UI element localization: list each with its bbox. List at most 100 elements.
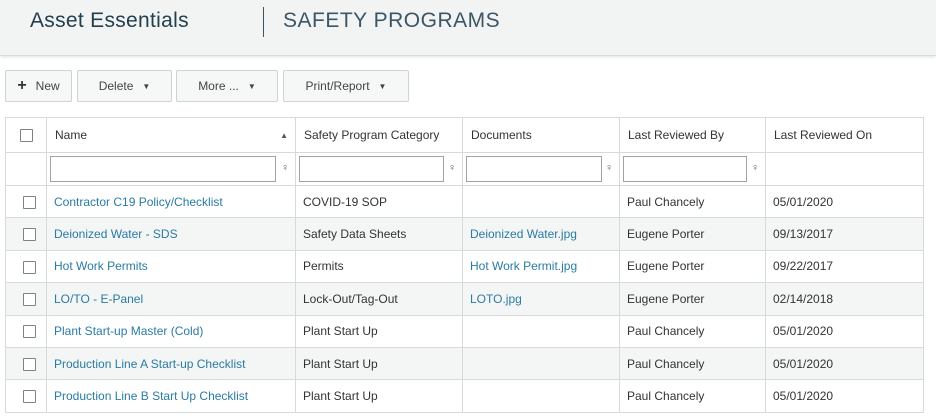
category-filter-input[interactable] <box>299 156 444 182</box>
program-name-link[interactable]: Deionized Water - SDS <box>54 227 178 241</box>
select-all-cell <box>5 117 47 153</box>
table-row[interactable]: Hot Work Permits Permits Hot Work Permit… <box>5 249 924 284</box>
document-link[interactable]: Deionized Water.jpg <box>470 227 577 241</box>
reviewed-by-cell: Paul Chancely <box>619 314 766 348</box>
name-cell: Deionized Water - SDS <box>46 217 296 251</box>
column-header-reviewed-on[interactable]: Last Reviewed On <box>765 117 924 153</box>
filter-cell-empty <box>765 152 924 186</box>
category-cell: Plant Start Up <box>295 346 463 381</box>
name-cell: Hot Work Permits <box>46 249 296 284</box>
filter-cell-reviewed-by: ♀ <box>619 152 766 186</box>
document-link[interactable]: LOTO.jpg <box>470 292 522 306</box>
select-all-checkbox[interactable] <box>19 129 33 143</box>
category-cell: Safety Data Sheets <box>295 217 463 251</box>
reviewed-on-cell: 05/01/2020 <box>765 314 924 348</box>
header-row: Name ▲ Safety Program Category Documents… <box>5 117 924 153</box>
toolbar: + New Delete ▼ More ... ▼ Print/Report ▼ <box>0 70 936 102</box>
row-select-cell <box>5 282 47 316</box>
row-select-cell <box>5 379 47 413</box>
more-button[interactable]: More ... ▼ <box>176 70 278 102</box>
category-cell: Lock-Out/Tag-Out <box>295 282 463 316</box>
print-report-button-label: Print/Report <box>305 79 370 93</box>
document-cell: LOTO.jpg <box>462 282 620 316</box>
documents-filter-input[interactable] <box>466 156 602 182</box>
filter-cell-empty <box>5 152 47 186</box>
filter-cell-documents: ♀ <box>462 152 620 186</box>
document-cell <box>462 346 620 381</box>
row-select-cell <box>5 217 47 251</box>
program-name-link[interactable]: Production Line A Start-up Checklist <box>54 357 245 371</box>
name-cell: Production Line B Start Up Checklist <box>46 379 296 413</box>
program-name-link[interactable]: Contractor C19 Policy/Checklist <box>54 195 223 209</box>
column-header-label: Documents <box>471 128 532 142</box>
app-title: Asset Essentials <box>30 9 189 32</box>
document-cell: Deionized Water.jpg <box>462 217 620 251</box>
reviewed-on-cell: 05/01/2020 <box>765 379 924 413</box>
row-checkbox[interactable] <box>23 228 36 242</box>
program-name-link[interactable]: Production Line B Start Up Checklist <box>54 389 248 403</box>
column-header-label: Last Reviewed By <box>628 128 725 142</box>
category-cell: Permits <box>295 249 463 284</box>
new-button[interactable]: + New <box>5 70 72 102</box>
column-header-reviewed-by[interactable]: Last Reviewed By <box>619 117 766 153</box>
name-cell: Production Line A Start-up Checklist <box>46 346 296 381</box>
document-cell <box>462 184 620 219</box>
reviewed-by-filter-input[interactable] <box>623 156 747 182</box>
table-row[interactable]: Deionized Water - SDS Safety Data Sheets… <box>5 217 924 251</box>
name-cell: Plant Start-up Master (Cold) <box>46 314 296 348</box>
filter-icon[interactable]: ♀ <box>281 162 289 174</box>
row-checkbox[interactable] <box>23 357 36 371</box>
header-divider <box>263 7 264 37</box>
reviewed-on-cell: 09/13/2017 <box>765 217 924 251</box>
table-row[interactable]: Production Line B Start Up Checklist Pla… <box>5 379 924 413</box>
table-row[interactable]: Contractor C19 Policy/Checklist COVID-19… <box>5 184 924 219</box>
column-header-label: Last Reviewed On <box>774 128 873 142</box>
plus-icon: + <box>17 77 27 94</box>
name-cell: Contractor C19 Policy/Checklist <box>46 184 296 219</box>
filter-icon[interactable]: ♀ <box>448 162 456 174</box>
sort-asc-icon: ▲ <box>280 131 288 140</box>
reviewed-by-cell: Paul Chancely <box>619 379 766 413</box>
reviewed-by-cell: Eugene Porter <box>619 249 766 284</box>
print-report-button[interactable]: Print/Report ▼ <box>283 70 409 102</box>
filter-icon[interactable]: ♀ <box>605 162 613 174</box>
reviewed-on-cell: 05/01/2020 <box>765 184 924 219</box>
reviewed-by-cell: Paul Chancely <box>619 346 766 381</box>
row-checkbox[interactable] <box>23 293 36 307</box>
row-checkbox[interactable] <box>23 325 36 339</box>
category-cell: COVID-19 SOP <box>295 184 463 219</box>
table-row[interactable]: LO/TO - E-Panel Lock-Out/Tag-Out LOTO.jp… <box>5 282 924 316</box>
column-header-documents[interactable]: Documents <box>462 117 620 153</box>
reviewed-by-cell: Paul Chancely <box>619 184 766 219</box>
document-link[interactable]: Hot Work Permit.jpg <box>470 259 577 273</box>
more-button-label: More ... <box>198 79 239 93</box>
column-header-category[interactable]: Safety Program Category <box>295 117 463 153</box>
category-cell: Plant Start Up <box>295 379 463 413</box>
row-checkbox[interactable] <box>23 390 36 404</box>
row-checkbox[interactable] <box>23 195 36 209</box>
filter-cell-category: ♀ <box>295 152 463 186</box>
document-cell <box>462 314 620 348</box>
caret-down-icon: ▼ <box>247 81 256 91</box>
name-filter-input[interactable] <box>50 156 276 182</box>
filter-cell-name: ♀ <box>46 152 296 186</box>
document-cell: Hot Work Permit.jpg <box>462 249 620 284</box>
program-name-link[interactable]: Plant Start-up Master (Cold) <box>54 324 203 338</box>
filter-row: ♀ ♀ ♀ ♀ <box>5 152 924 186</box>
table-row[interactable]: Plant Start-up Master (Cold) Plant Start… <box>5 314 924 348</box>
filter-icon[interactable]: ♀ <box>751 162 759 174</box>
table-row[interactable]: Production Line A Start-up Checklist Pla… <box>5 346 924 381</box>
new-button-label: New <box>35 79 60 93</box>
program-name-link[interactable]: LO/TO - E-Panel <box>54 292 143 306</box>
caret-down-icon: ▼ <box>378 81 387 91</box>
delete-button-label: Delete <box>98 79 134 93</box>
column-header-name[interactable]: Name ▲ <box>46 117 296 153</box>
reviewed-by-cell: Eugene Porter <box>619 282 766 316</box>
program-name-link[interactable]: Hot Work Permits <box>54 259 148 273</box>
delete-button[interactable]: Delete ▼ <box>77 70 172 102</box>
row-checkbox[interactable] <box>23 260 36 274</box>
reviewed-on-cell: 02/14/2018 <box>765 282 924 316</box>
app-header: Asset Essentials SAFETY PROGRAMS <box>0 0 936 56</box>
row-select-cell <box>5 249 47 284</box>
column-header-label: Name <box>55 128 88 142</box>
